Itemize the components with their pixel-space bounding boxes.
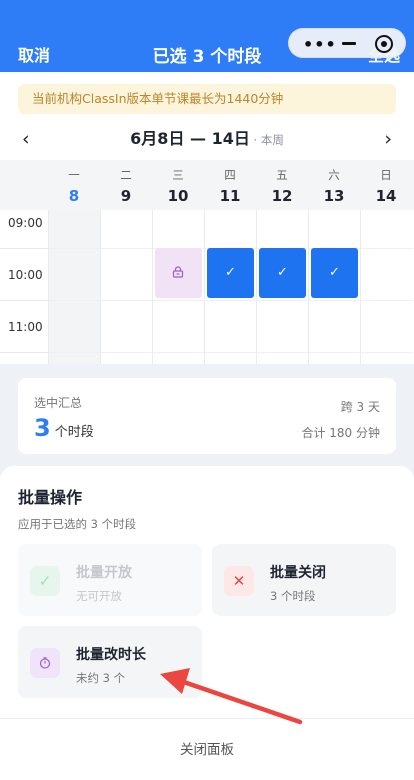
weekday-label: 一 [68,168,80,182]
date-label: 13 [323,187,345,205]
batch-open-desc: 无可开放 [76,589,122,603]
batch-duration-title: 批量改时长 [76,647,146,663]
hour-divider [0,352,48,353]
weekday-label: 四 [224,168,236,182]
time-label: 10:00 [8,268,43,282]
batch-panel: 批量操作 应用于已选的 3 个时段 ✓ 批量开放 无可开放 ✕ 批量关闭 3 个… [0,466,414,780]
next-week-button[interactable]: › [384,126,392,152]
day-column-fri[interactable]: ✓ [256,210,309,364]
batch-close-title: 批量关闭 [270,565,326,581]
weekday-label: 三 [172,168,184,182]
day-span: 跨 3 天 [340,400,380,414]
miniprogram-capsule: ••• [288,28,406,58]
week-navigator: ‹ 6月8日 — 14日 · 本周 › [0,126,414,152]
day-header-thu[interactable]: 四 11 [204,160,256,210]
time-label: 09:00 [8,216,43,230]
weekday-header: 一 8 二 9 三 10 四 11 五 12 六 13 日 14 [0,160,414,210]
grid-line [101,248,153,249]
day-column-sat[interactable]: ✓ [308,210,361,364]
check-icon: ✓ [30,566,60,596]
time-column: 09:00 10:00 11:00 [0,210,48,364]
booked-slot-wed-10[interactable] [155,248,202,298]
batch-subtitle: 应用于已选的 3 个时段 [18,517,137,531]
weekday-label: 六 [328,168,340,182]
grid-line [361,300,413,301]
version-notice: 当前机构ClassIn版本单节课最长为1440分钟 [18,84,396,114]
day-header-mon[interactable]: 一 8 [48,160,100,210]
day-column-sun[interactable] [360,210,413,364]
week-range: 6月8日 — 14日 · 本周 [0,126,414,153]
batch-open-title: 批量开放 [76,565,132,581]
batch-open-button: ✓ 批量开放 无可开放 [18,544,202,616]
selected-count-unit: 个时段 [54,425,94,440]
selected-count-number: 3 [34,414,51,442]
grid-line [205,352,257,353]
close-panel-button[interactable]: 关闭面板 [0,738,414,758]
grid-line [49,352,101,353]
grid-line [309,352,361,353]
hour-divider [0,300,48,301]
grid-line [49,300,101,301]
weekday-label: 日 [380,168,392,182]
selected-count: 3 个时段 [34,414,94,442]
day-header-fri[interactable]: 五 12 [256,160,308,210]
day-header-sun[interactable]: 日 14 [360,160,412,210]
grid-line [101,352,153,353]
week-range-text: 6月8日 — 14日 [130,129,250,148]
day-column-thu[interactable]: ✓ [204,210,257,364]
grid-line [101,300,153,301]
grid-line [361,248,413,249]
grid-line [257,300,309,301]
total-minutes: 合计 180 分钟 [301,426,380,440]
batch-duration-desc: 未约 3 个 [76,671,126,685]
day-column-wed[interactable] [152,210,205,364]
grid-line [153,352,205,353]
batch-close-desc: 3 个时段 [270,589,316,603]
weekday-label: 五 [276,168,288,182]
batch-close-button[interactable]: ✕ 批量关闭 3 个时段 [212,544,396,616]
more-menu-icon[interactable]: ••• [303,35,337,54]
calendar-sheet: 当前机构ClassIn版本单节课最长为1440分钟 ‹ 6月8日 — 14日 ·… [0,72,414,364]
time-grid: 09:00 10:00 11:00 ✓ ✓ ✓ [0,210,414,364]
close-x-icon: ✕ [224,566,254,596]
minimize-icon[interactable] [342,42,356,45]
grid-line [153,300,205,301]
hour-divider [0,248,48,249]
date-label: 11 [219,187,241,205]
day-column-tue[interactable] [100,210,153,364]
day-header-tue[interactable]: 二 9 [100,160,152,210]
selection-summary: 选中汇总 3 个时段 跨 3 天 合计 180 分钟 [18,378,396,454]
selected-slot-sat-10[interactable]: ✓ [311,248,358,298]
date-label: 10 [167,187,189,205]
lock-icon [172,266,184,278]
this-week-label: · 本周 [249,133,284,147]
grid-line [205,300,257,301]
timer-icon [39,657,51,669]
weekday-label: 二 [120,168,132,182]
timer-icon-box [30,648,60,678]
batch-duration-button[interactable]: 批量改时长 未约 3 个 [18,626,202,698]
day-column-mon [48,210,101,364]
day-header-wed[interactable]: 三 10 [152,160,204,210]
grid-line [309,300,361,301]
close-miniprogram-icon[interactable] [375,35,393,53]
selected-slot-fri-10[interactable]: ✓ [259,248,306,298]
panel-divider [0,718,414,719]
grid-line [361,352,413,353]
batch-title: 批量操作 [18,488,83,507]
grid-line [257,352,309,353]
date-label: 12 [271,187,293,205]
date-label: 14 [375,187,397,205]
date-label: 8 [68,187,80,205]
grid-line [49,248,101,249]
time-label: 11:00 [8,320,43,334]
date-label: 9 [120,187,132,205]
selected-slot-thu-10[interactable]: ✓ [207,248,254,298]
top-bar: 取消 已选 3 个时段 全选 ••• [0,0,414,72]
day-header-sat[interactable]: 六 13 [308,160,360,210]
summary-label: 选中汇总 [34,396,83,410]
